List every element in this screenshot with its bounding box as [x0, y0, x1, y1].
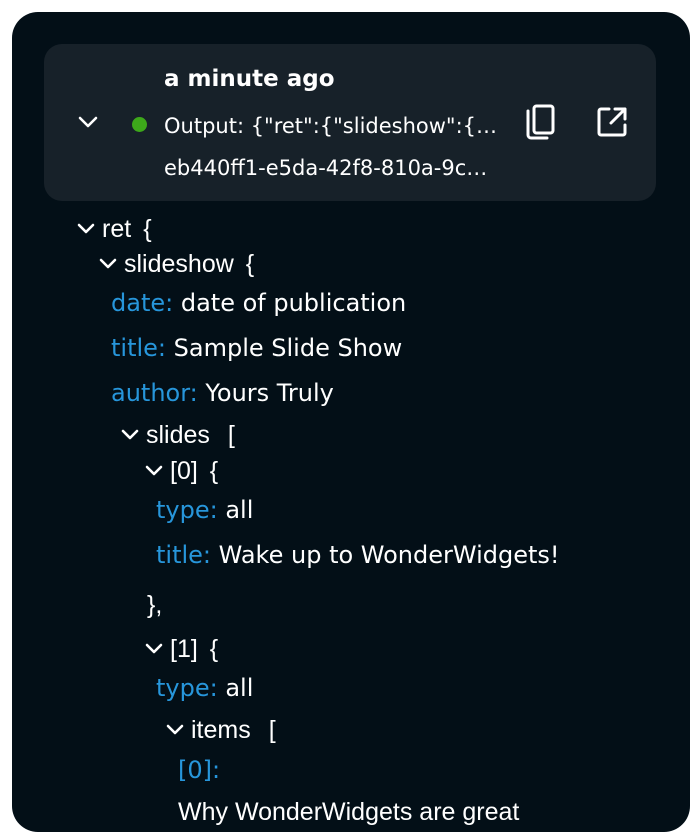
tree-key: slides [146, 421, 210, 449]
chevron-down-icon[interactable] [77, 111, 99, 133]
open-external-icon[interactable] [596, 106, 628, 138]
tree-node-slideshow[interactable]: slideshow { [96, 249, 254, 279]
tree-bracket: { [143, 215, 152, 243]
tree-value: all [225, 496, 254, 524]
tree-field-date: date: date of publication [111, 288, 406, 318]
tree-value: all [225, 674, 254, 702]
tree-value-item-0: Why WonderWidgets are great [178, 798, 520, 826]
tree-node-ret[interactable]: ret { [74, 214, 152, 244]
tree-key: ret [102, 215, 132, 243]
tree-field-item-0: [0]: [178, 755, 220, 785]
chevron-down-icon[interactable] [74, 216, 98, 240]
chevron-down-icon[interactable] [118, 422, 142, 446]
tree-field-title: title: Sample Slide Show [111, 333, 402, 363]
chevron-down-icon[interactable] [96, 251, 120, 275]
tree-key: title: [156, 541, 212, 569]
tree-field-author: author: Yours Truly [111, 378, 334, 408]
tree-key: [0]: [178, 756, 221, 784]
tree-bracket: [ [227, 421, 235, 449]
tree-bracket-close: }, [147, 591, 163, 619]
tree-bracket: { [245, 250, 255, 278]
card-timestamp: a minute ago [164, 66, 335, 92]
tree-value: Wake up to WonderWidgets! [218, 541, 560, 569]
tree-key: items [191, 716, 251, 744]
tree-key: title: [111, 334, 167, 362]
output-panel: a minute ago Output: {"ret":{"slideshow"… [12, 12, 690, 832]
chevron-down-icon[interactable] [142, 636, 166, 660]
chevron-down-icon[interactable] [142, 458, 166, 482]
tree-key: date: [111, 289, 174, 317]
tree-field-type: type: all [156, 673, 253, 703]
tree-key: author: [111, 379, 198, 407]
tree-key: type: [156, 674, 218, 702]
tree-bracket: { [209, 457, 219, 485]
tree-node-slides[interactable]: slides [ [118, 420, 235, 450]
tree-bracket: { [209, 635, 219, 663]
tree-key: [1] [170, 635, 198, 663]
copy-icon[interactable] [524, 104, 558, 142]
card-run-id: eb440ff1-e5da-42f8-810a-9c3b1f0e2a77 [164, 156, 500, 180]
status-dot [132, 117, 147, 132]
tree-node-slide-0[interactable]: [0] { [142, 456, 218, 486]
tree-bracket: [ [268, 716, 276, 744]
tree-field-title: title: Wake up to WonderWidgets! [156, 540, 560, 570]
tree-value: Yours Truly [205, 379, 334, 407]
output-card[interactable]: a minute ago Output: {"ret":{"slideshow"… [44, 44, 656, 201]
tree-key: slideshow [124, 250, 234, 278]
tree-node-items[interactable]: items [ [163, 715, 276, 745]
chevron-down-icon[interactable] [163, 717, 187, 741]
tree-value: date of publication [180, 289, 407, 317]
tree-node-slide-1[interactable]: [1] { [142, 634, 218, 664]
card-output-preview: Output: {"ret":{"slideshow":{"date":"dat… [164, 114, 500, 138]
tree-key: type: [156, 496, 218, 524]
tree-value: Sample Slide Show [173, 334, 403, 362]
tree-key: [0] [170, 457, 198, 485]
tree-field-type: type: all [156, 495, 253, 525]
